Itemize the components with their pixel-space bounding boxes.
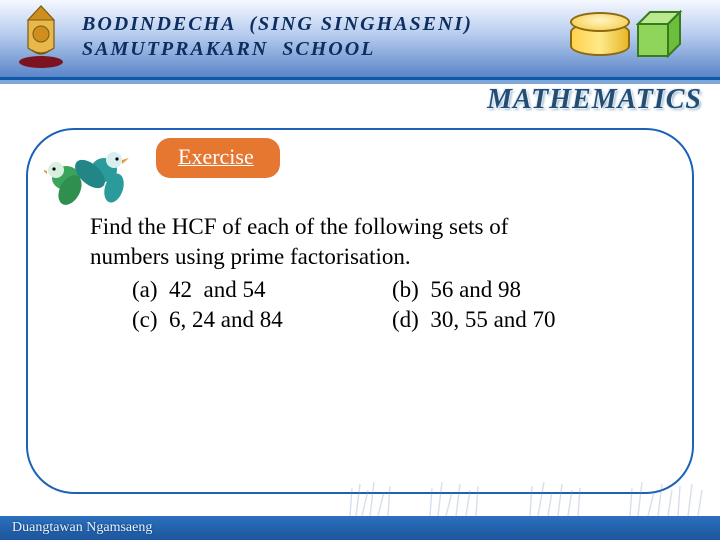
- subject-title: MATHEMATICS: [487, 84, 702, 116]
- header-decor-shapes: [552, 6, 702, 61]
- grass-decor-icon: [0, 480, 720, 516]
- slide-header: BODINDECHA (SING SINGHASENI) SAMUTPRAKAR…: [0, 0, 720, 80]
- content-card: Exercise Find the HCF of each of the fol…: [26, 128, 694, 494]
- prompt-line-2: numbers using prime factorisation.: [90, 242, 652, 272]
- school-name-line1: BODINDECHA (SING SINGHASENI): [82, 13, 473, 35]
- footer-band: Duangtawan Ngamsaeng: [0, 516, 720, 540]
- cube-icon: [630, 8, 690, 67]
- cylinder-icon: [570, 12, 630, 56]
- prompt-line-1: Find the HCF of each of the following se…: [90, 212, 652, 242]
- school-name: BODINDECHA (SING SINGHASENI) SAMUTPRAKAR…: [82, 12, 473, 62]
- school-name-line2: SAMUTPRAKARN SCHOOL: [82, 38, 375, 60]
- exercise-badge: Exercise: [156, 138, 280, 178]
- subject-banner: MATHEMATICS: [0, 80, 720, 124]
- school-crest-icon: [14, 4, 68, 70]
- bird-mascot-icon: [44, 144, 134, 214]
- option-c: (c) 6, 24 and 84: [132, 305, 392, 335]
- exercise-content: Find the HCF of each of the following se…: [90, 212, 652, 335]
- author-name: Duangtawan Ngamsaeng: [12, 520, 152, 536]
- option-d: (d) 30, 55 and 70: [392, 305, 556, 335]
- option-a: (a) 42 and 54: [132, 275, 392, 305]
- option-grid: (a) 42 and 54 (b) 56 and 98 (c) 6, 24 an…: [90, 275, 652, 336]
- slide-footer: Duangtawan Ngamsaeng: [0, 500, 720, 540]
- option-b: (b) 56 and 98: [392, 275, 521, 305]
